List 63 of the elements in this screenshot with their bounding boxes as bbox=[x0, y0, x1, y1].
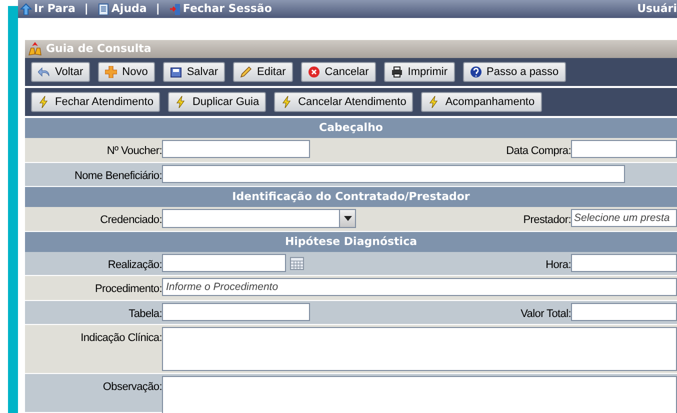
field-label: Valor Total: bbox=[520, 306, 571, 322]
lightning-icon bbox=[428, 96, 440, 108]
topbar-link[interactable]: Ir Para bbox=[20, 0, 76, 18]
text-area[interactable] bbox=[162, 327, 677, 371]
toolbar-button[interactable]: Fechar Atendimento bbox=[31, 92, 160, 112]
separator: | bbox=[84, 0, 88, 17]
field-label: Credenciado: bbox=[99, 213, 162, 228]
plus-icon bbox=[105, 66, 118, 78]
input-field[interactable] bbox=[571, 254, 677, 272]
section-header: Hipótese Diagnóstica bbox=[25, 232, 677, 252]
separator: | bbox=[156, 0, 160, 17]
help-icon bbox=[470, 66, 482, 78]
field-label: Tabela: bbox=[128, 306, 162, 322]
field-label: Nome Beneficiário: bbox=[73, 168, 162, 184]
field-label: Procedimento: bbox=[94, 282, 162, 297]
field-label: Realização: bbox=[106, 258, 162, 272]
calendar-icon[interactable] bbox=[290, 256, 304, 270]
field-label: Observação: bbox=[102, 380, 162, 395]
topbar-link[interactable]: Ajuda bbox=[97, 0, 147, 18]
topbar-link[interactable]: Fechar Sessão bbox=[168, 0, 272, 18]
field-label: Prestador: bbox=[523, 213, 571, 228]
pencil-icon bbox=[240, 66, 252, 78]
caret-icon bbox=[344, 216, 352, 221]
toolbar-button[interactable]: Cancelar Atendimento bbox=[274, 92, 414, 112]
text-area[interactable] bbox=[162, 376, 677, 413]
input-field[interactable] bbox=[162, 254, 286, 272]
lightning-icon bbox=[175, 96, 188, 108]
toolbar-button[interactable]: Acompanhamento bbox=[421, 92, 542, 112]
notes-icon bbox=[97, 3, 110, 15]
bells-icon bbox=[27, 41, 43, 57]
panel-title: Guia de Consulta bbox=[46, 40, 152, 57]
field-label: Data Compra: bbox=[506, 144, 571, 159]
input-field[interactable] bbox=[162, 164, 625, 182]
toolbar-button[interactable]: Cancelar bbox=[300, 62, 376, 82]
toolbar-button[interactable]: Editar bbox=[233, 62, 293, 82]
toolbar-button[interactable]: Salvar bbox=[162, 62, 226, 82]
section-header: Identificação do Contratado/Prestador bbox=[25, 187, 677, 207]
field-label: Hora: bbox=[546, 258, 571, 272]
input-field[interactable] bbox=[571, 140, 677, 158]
section-header: Cabeçalho bbox=[25, 118, 677, 138]
input-field[interactable] bbox=[162, 140, 310, 158]
dropdown-button[interactable] bbox=[339, 210, 355, 227]
back-arrow-icon bbox=[38, 66, 50, 78]
dropdown-field[interactable] bbox=[162, 209, 356, 228]
toolbar-button[interactable]: Passo a passo bbox=[462, 62, 566, 82]
toolbar-button[interactable]: Voltar bbox=[31, 62, 90, 82]
toolbar-button[interactable]: Duplicar Guia bbox=[168, 92, 266, 112]
toolbar-button[interactable]: Novo bbox=[98, 62, 155, 82]
input-field[interactable]: Selecione um presta bbox=[571, 209, 677, 227]
lightning-icon bbox=[281, 96, 294, 108]
up-arrow-icon bbox=[20, 3, 32, 15]
save-icon bbox=[170, 66, 182, 78]
input-field[interactable]: Informe o Procedimento bbox=[162, 278, 677, 296]
input-field[interactable] bbox=[571, 302, 677, 320]
field-label: Nº Voucher: bbox=[106, 144, 162, 159]
lightning-icon bbox=[38, 96, 50, 108]
user-label: Usuári bbox=[637, 0, 677, 17]
input-field[interactable] bbox=[162, 302, 310, 320]
cancel-icon bbox=[308, 66, 320, 78]
exit-door-icon bbox=[168, 3, 181, 15]
field-label: Indicação Clínica: bbox=[80, 331, 162, 346]
printer-icon bbox=[390, 66, 403, 78]
toolbar-button[interactable]: Imprimir bbox=[384, 62, 455, 82]
